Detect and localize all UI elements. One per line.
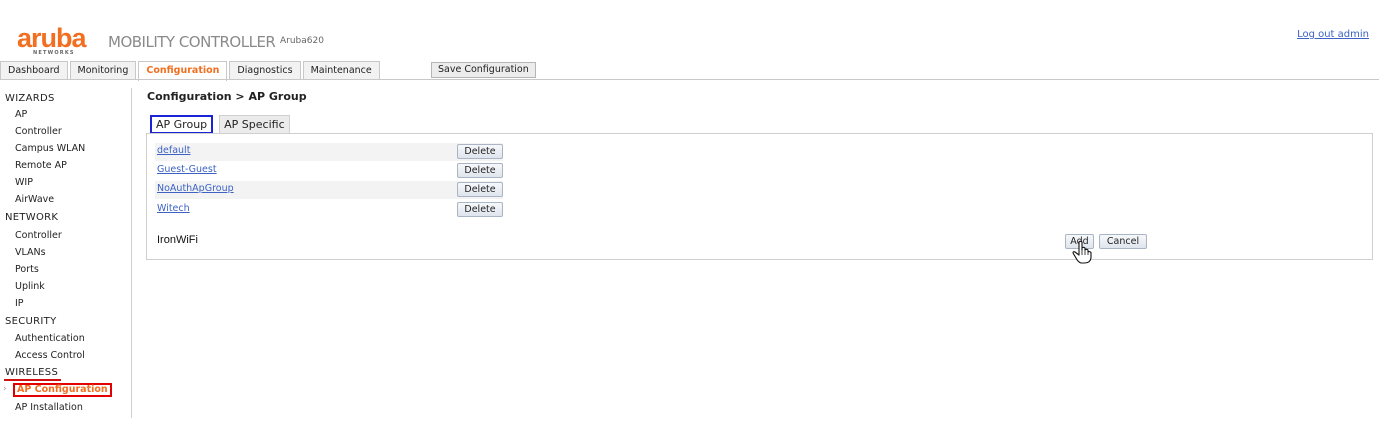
chevron-right-icon: › bbox=[3, 384, 7, 394]
list-item: default Delete bbox=[155, 143, 503, 161]
sidebar-item-wizard-controller[interactable]: Controller bbox=[15, 126, 62, 137]
sidebar-section-security: SECURITY bbox=[5, 316, 57, 327]
sidebar-item-ip[interactable]: IP bbox=[15, 298, 24, 309]
sidebar-item-ap-configuration[interactable]: AP Configuration bbox=[17, 384, 108, 395]
ap-group-link-witech[interactable]: Witech bbox=[157, 203, 190, 214]
logout-link[interactable]: Log out admin bbox=[1297, 29, 1369, 40]
list-item: NoAuthApGroup Delete bbox=[155, 181, 503, 199]
product-title: MOBILITY CONTROLLER bbox=[108, 33, 276, 51]
sidebar-item-vlans[interactable]: VLANs bbox=[15, 247, 46, 258]
sidebar-item-airwave[interactable]: AirWave bbox=[15, 194, 54, 205]
sidebar-item-wizard-ap[interactable]: AP bbox=[15, 109, 27, 120]
sidebar-section-wizards: WIZARDS bbox=[5, 93, 55, 104]
wireless-underline bbox=[4, 379, 61, 381]
aruba-logo-subtitle: NETWORKS bbox=[33, 50, 75, 56]
new-ap-group-name[interactable]: IronWiFi bbox=[157, 234, 198, 246]
ap-group-link-noauthapgroup[interactable]: NoAuthApGroup bbox=[157, 183, 234, 194]
list-item: Witech Delete bbox=[155, 201, 503, 219]
sidebar-item-remote-ap[interactable]: Remote AP bbox=[15, 160, 67, 171]
sidebar-section-network: NETWORK bbox=[5, 212, 59, 223]
ap-group-link-guest-guest[interactable]: Guest-Guest bbox=[157, 164, 217, 175]
tab-ap-specific[interactable]: AP Specific bbox=[219, 115, 290, 133]
delete-button[interactable]: Delete bbox=[457, 182, 503, 197]
sidebar-item-ports[interactable]: Ports bbox=[15, 264, 39, 275]
cancel-button[interactable]: Cancel bbox=[1099, 234, 1147, 249]
sidebar-item-uplink[interactable]: Uplink bbox=[15, 281, 45, 292]
ap-group-link-default[interactable]: default bbox=[157, 145, 190, 156]
tab-ap-group[interactable]: AP Group bbox=[150, 115, 214, 134]
aruba-logo: aruba bbox=[17, 23, 87, 53]
sidebar-item-network-controller[interactable]: Controller bbox=[15, 230, 62, 241]
top-nav: Dashboard Monitoring Configuration Diagn… bbox=[0, 61, 380, 81]
tab-configuration[interactable]: Configuration bbox=[138, 61, 228, 81]
sidebar-item-ap-installation[interactable]: AP Installation bbox=[15, 402, 83, 413]
hostname: Aruba620 bbox=[280, 36, 324, 46]
tab-maintenance[interactable]: Maintenance bbox=[302, 61, 380, 79]
list-item: Guest-Guest Delete bbox=[155, 162, 503, 180]
tab-dashboard[interactable]: Dashboard bbox=[0, 61, 68, 79]
page-title: Configuration > AP Group bbox=[147, 90, 307, 103]
hand-cursor-icon bbox=[1072, 240, 1092, 264]
delete-button[interactable]: Delete bbox=[457, 202, 503, 217]
sidebar-item-wip[interactable]: WIP bbox=[15, 177, 33, 188]
save-configuration-button[interactable]: Save Configuration bbox=[431, 62, 536, 78]
tab-monitoring[interactable]: Monitoring bbox=[69, 61, 137, 79]
sidebar-section-wireless: WIRELESS bbox=[5, 367, 59, 378]
sidebar-item-campus-wlan[interactable]: Campus WLAN bbox=[15, 143, 85, 154]
sidebar-item-authentication[interactable]: Authentication bbox=[15, 333, 85, 344]
sidebar-item-access-control[interactable]: Access Control bbox=[15, 350, 85, 361]
nav-divider bbox=[0, 79, 1379, 80]
delete-button[interactable]: Delete bbox=[457, 144, 503, 159]
tab-diagnostics[interactable]: Diagnostics bbox=[229, 61, 301, 79]
subtabs: AP Group AP Specific bbox=[150, 115, 292, 134]
delete-button[interactable]: Delete bbox=[457, 163, 503, 178]
